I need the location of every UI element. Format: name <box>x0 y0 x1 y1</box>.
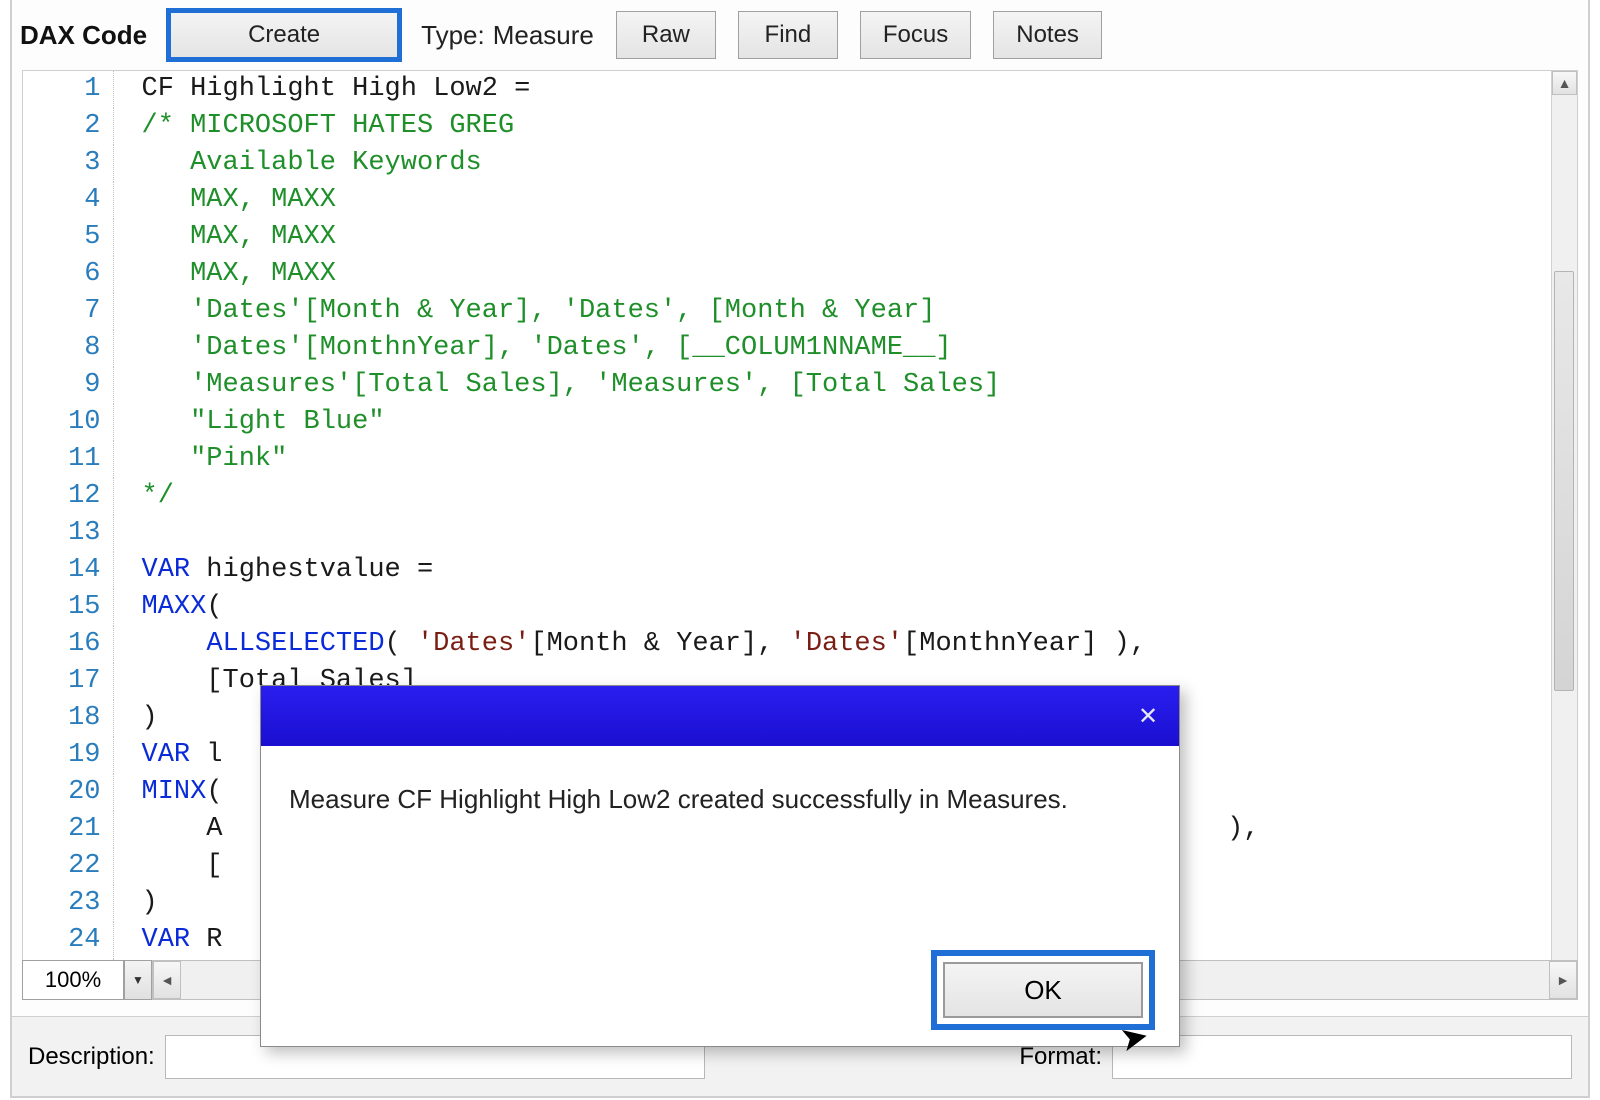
ok-button[interactable]: OK <box>943 962 1143 1018</box>
line-number: 9 <box>23 367 113 404</box>
line-number: 23 <box>23 885 113 922</box>
code-content[interactable] <box>113 515 1260 552</box>
line-number: 8 <box>23 330 113 367</box>
code-line[interactable]: 16 ALLSELECTED( 'Dates'[Month & Year], '… <box>23 626 1260 663</box>
code-content[interactable]: */ <box>113 478 1260 515</box>
type-field: Type: Measure <box>421 20 594 51</box>
code-line[interactable]: 5 MAX, MAXX <box>23 219 1260 256</box>
line-number: 11 <box>23 441 113 478</box>
code-line[interactable]: 15MAXX( <box>23 589 1260 626</box>
line-number: 20 <box>23 774 113 811</box>
code-line[interactable]: 6 MAX, MAXX <box>23 256 1260 293</box>
message-dialog: ✕ Measure CF Highlight High Low2 created… <box>260 685 1180 1047</box>
code-line[interactable]: 1CF Highlight High Low2 = <box>23 71 1260 108</box>
scroll-right-icon[interactable]: ► <box>1549 961 1577 999</box>
line-number: 3 <box>23 145 113 182</box>
line-number: 7 <box>23 293 113 330</box>
code-content[interactable]: 'Dates'[Month & Year], 'Dates', [Month &… <box>113 293 1260 330</box>
code-line[interactable]: 7 'Dates'[Month & Year], 'Dates', [Month… <box>23 293 1260 330</box>
line-number: 24 <box>23 922 113 959</box>
create-button[interactable]: Create <box>169 11 399 59</box>
zoom-dropdown-icon[interactable]: ▼ <box>124 960 152 1000</box>
code-line[interactable]: 3 Available Keywords <box>23 145 1260 182</box>
line-number: 17 <box>23 663 113 700</box>
code-content[interactable]: MAXX( <box>113 589 1260 626</box>
code-line[interactable]: 2/* MICROSOFT HATES GREG <box>23 108 1260 145</box>
scroll-up-icon[interactable]: ▲ <box>1552 71 1577 95</box>
code-content[interactable]: CF Highlight High Low2 = <box>113 71 1260 108</box>
code-content[interactable]: "Pink" <box>113 441 1260 478</box>
code-line[interactable]: 12*/ <box>23 478 1260 515</box>
line-number: 13 <box>23 515 113 552</box>
toolbar: DAX Code Create Type: Measure Raw Find F… <box>12 0 1588 70</box>
line-number: 14 <box>23 552 113 589</box>
find-button[interactable]: Find <box>738 11 838 59</box>
line-number: 4 <box>23 182 113 219</box>
line-number: 15 <box>23 589 113 626</box>
code-line[interactable]: 9 'Measures'[Total Sales], 'Measures', [… <box>23 367 1260 404</box>
code-line[interactable]: 14VAR highestvalue = <box>23 552 1260 589</box>
close-icon[interactable]: ✕ <box>1125 695 1171 737</box>
scroll-thumb[interactable] <box>1554 271 1574 691</box>
code-content[interactable]: /* MICROSOFT HATES GREG <box>113 108 1260 145</box>
code-content[interactable]: "Light Blue" <box>113 404 1260 441</box>
zoom-control[interactable]: 100% ▼ <box>22 960 152 1000</box>
line-number: 6 <box>23 256 113 293</box>
line-number: 21 <box>23 811 113 848</box>
line-number: 19 <box>23 737 113 774</box>
code-line[interactable]: 10 "Light Blue" <box>23 404 1260 441</box>
line-number: 16 <box>23 626 113 663</box>
type-label: Type: <box>421 20 485 51</box>
scroll-left-icon[interactable]: ◄ <box>153 961 181 999</box>
code-content[interactable]: VAR highestvalue = <box>113 552 1260 589</box>
code-line[interactable]: 11 "Pink" <box>23 441 1260 478</box>
app-title: DAX Code <box>20 20 147 51</box>
line-number: 18 <box>23 700 113 737</box>
code-content[interactable]: ALLSELECTED( 'Dates'[Month & Year], 'Dat… <box>113 626 1260 663</box>
code-content[interactable]: 'Dates'[MonthnYear], 'Dates', [__COLUM1N… <box>113 330 1260 367</box>
code-content[interactable]: MAX, MAXX <box>113 256 1260 293</box>
line-number: 12 <box>23 478 113 515</box>
dialog-message: Measure CF Highlight High Low2 created s… <box>261 746 1179 835</box>
notes-button[interactable]: Notes <box>993 11 1102 59</box>
line-number: 5 <box>23 219 113 256</box>
zoom-value: 100% <box>22 960 124 1000</box>
type-value: Measure <box>493 20 594 51</box>
code-line[interactable]: 13 <box>23 515 1260 552</box>
line-number: 10 <box>23 404 113 441</box>
raw-button[interactable]: Raw <box>616 11 716 59</box>
line-number: 1 <box>23 71 113 108</box>
code-content[interactable]: MAX, MAXX <box>113 219 1260 256</box>
line-number: 22 <box>23 848 113 885</box>
code-content[interactable]: Available Keywords <box>113 145 1260 182</box>
code-line[interactable]: 4 MAX, MAXX <box>23 182 1260 219</box>
code-content[interactable]: 'Measures'[Total Sales], 'Measures', [To… <box>113 367 1260 404</box>
format-input[interactable] <box>1112 1035 1572 1079</box>
dialog-titlebar[interactable]: ✕ <box>261 686 1179 746</box>
code-content[interactable]: MAX, MAXX <box>113 182 1260 219</box>
focus-button[interactable]: Focus <box>860 11 971 59</box>
line-number: 2 <box>23 108 113 145</box>
vertical-scrollbar[interactable]: ▲ ▼ <box>1551 71 1577 989</box>
code-line[interactable]: 8 'Dates'[MonthnYear], 'Dates', [__COLUM… <box>23 330 1260 367</box>
description-label: Description: <box>28 1043 155 1071</box>
